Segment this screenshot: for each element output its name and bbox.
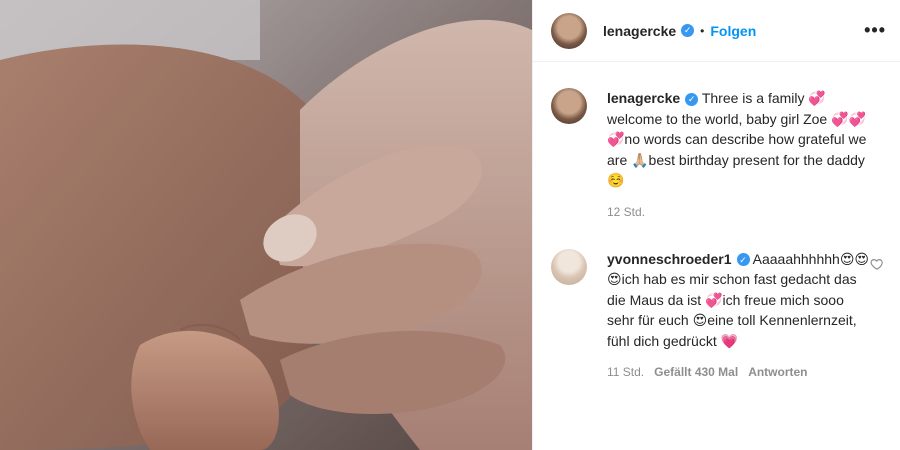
- instagram-post: lenagercke ✓ • Folgen ••• lenagercke ✓ Th…: [0, 0, 900, 450]
- caption-meta: 12 Std.: [607, 205, 869, 219]
- more-options-icon[interactable]: •••: [864, 20, 886, 41]
- caption: lenagercke ✓ Three is a family 💞 welcome …: [551, 88, 886, 219]
- comment-item: yvonneschroeder1 ✓ Aaaaahhhhhh😍😍😍ich hab …: [551, 248, 886, 380]
- author-avatar[interactable]: [551, 12, 587, 49]
- header-separator: •: [700, 23, 705, 38]
- comment-time[interactable]: 11 Std.: [607, 365, 644, 379]
- comment-body: yvonneschroeder1 ✓ Aaaaahhhhhh😍😍😍ich hab …: [607, 249, 869, 380]
- post-photo[interactable]: [0, 0, 532, 450]
- commenter-avatar[interactable]: [551, 248, 587, 285]
- hands-photo: [0, 0, 532, 450]
- post-header: lenagercke ✓ • Folgen •••: [533, 0, 900, 62]
- comment-likes[interactable]: Gefällt 430 Mal: [654, 365, 738, 379]
- verified-badge-icon: ✓: [681, 24, 695, 37]
- heart-outline-icon[interactable]: [870, 257, 884, 271]
- reply-button[interactable]: Antworten: [748, 365, 807, 379]
- caption-time[interactable]: 12 Std.: [607, 205, 645, 219]
- comment-text-block: yvonneschroeder1 ✓ Aaaaahhhhhh😍😍😍ich hab …: [607, 249, 869, 352]
- verified-badge-icon: ✓: [685, 92, 699, 106]
- header-username[interactable]: lenagercke: [603, 23, 676, 39]
- caption-avatar[interactable]: [551, 88, 587, 124]
- comment-meta: 11 Std. Gefällt 430 Mal Antworten: [607, 365, 869, 379]
- caption-username[interactable]: lenagercke: [607, 90, 680, 106]
- post-side-panel: lenagercke ✓ • Folgen ••• lenagercke ✓ Th…: [532, 0, 900, 450]
- comments-list[interactable]: lenagercke ✓ Three is a family 💞 welcome …: [533, 62, 900, 450]
- caption-text-block: lenagercke ✓ Three is a family 💞 welcome …: [607, 88, 869, 191]
- caption-body: lenagercke ✓ Three is a family 💞 welcome …: [607, 88, 869, 219]
- follow-button[interactable]: Folgen: [710, 23, 756, 39]
- comment-username[interactable]: yvonneschroeder1: [607, 251, 732, 267]
- verified-badge-icon: ✓: [736, 253, 750, 267]
